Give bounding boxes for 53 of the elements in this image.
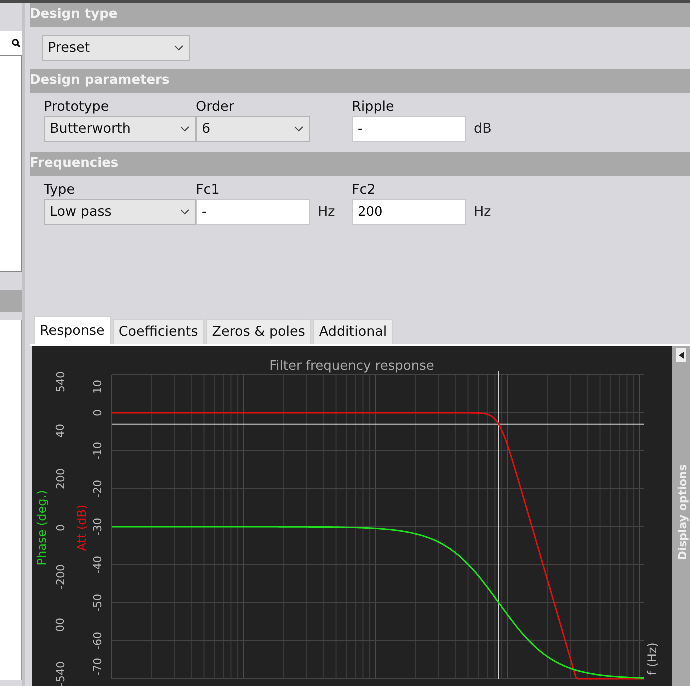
axis-tick-label: 0 (92, 410, 104, 416)
axis-tick-label: 200 (55, 468, 67, 490)
field-label: Order (196, 99, 236, 115)
unit-label: Hz (318, 204, 336, 220)
axis-tick-label: -10 (92, 442, 104, 460)
input-field[interactable]: - (196, 199, 310, 225)
unit-label: Hz (474, 204, 492, 220)
dropdown[interactable]: Low pass (44, 199, 196, 225)
section-header: Design type (30, 3, 690, 27)
axis-tick-label: -200 (55, 564, 67, 590)
chart-title: Filter frequency response (268, 359, 436, 374)
axis-tick-label: -30 (92, 518, 104, 536)
field-label: Type (44, 182, 76, 198)
axis-tick-label: 00 (55, 618, 67, 632)
axis-title: Att (dB) (75, 504, 89, 554)
collapse-button[interactable] (676, 348, 686, 362)
axis-tick-label: 0 (55, 524, 67, 532)
chevron-icon (174, 45, 184, 51)
left-arrow-icon (678, 352, 684, 358)
dropdown[interactable]: Butterworth (44, 116, 196, 142)
axis-tick-label: 540 (55, 372, 67, 392)
axis-tick-label: -540 (55, 661, 67, 686)
section-header: Design parameters (30, 69, 690, 93)
tab[interactable]: Coefficients (112, 319, 204, 344)
axis-title: Phase (deg.) (35, 489, 49, 568)
field-label: Prototype (44, 99, 110, 115)
chevron-icon (180, 126, 190, 132)
axis-title: f (Hz) (645, 642, 660, 676)
field-label: Fc1 (196, 182, 221, 198)
input-field[interactable]: 200 (352, 199, 466, 225)
unit-label: dB (474, 121, 492, 137)
axis-tick-label: 10 (92, 380, 104, 394)
axis-tick-label: -60 (92, 632, 104, 650)
tab[interactable]: Additional (313, 319, 394, 344)
chevron-icon (180, 209, 190, 215)
design-type-dropdown[interactable]: Preset (42, 35, 190, 61)
dropdown[interactable]: 6 (196, 116, 310, 142)
tab[interactable]: Response (34, 316, 111, 344)
tab[interactable]: Zeros & poles (206, 319, 312, 344)
axis-tick-label: -70 (92, 658, 104, 676)
axis-tick-label: 40 (55, 424, 67, 438)
section-header: Frequencies (30, 152, 690, 176)
panel-header-bar (0, 290, 22, 312)
axis-tick-label: -20 (92, 480, 104, 498)
input-field[interactable]: - (352, 116, 466, 142)
list-box[interactable] (0, 320, 22, 680)
chevron-icon (294, 126, 304, 132)
axis-tick-label: -40 (92, 556, 104, 574)
field-label: Fc2 (352, 182, 377, 198)
axis-tick-label: -50 (92, 594, 104, 612)
field-label: Ripple (352, 99, 396, 115)
search-field[interactable] (0, 31, 22, 55)
search-icon[interactable] (12, 38, 21, 48)
